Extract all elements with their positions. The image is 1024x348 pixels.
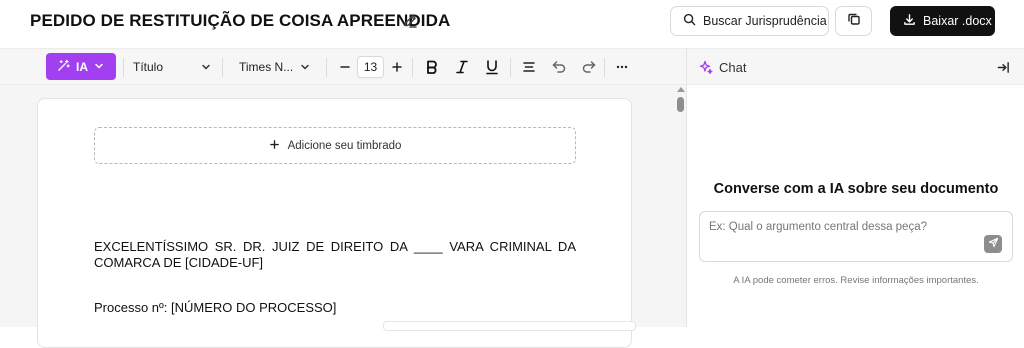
underline-icon[interactable] bbox=[482, 57, 502, 77]
bold-icon[interactable] bbox=[422, 57, 442, 77]
copy-button[interactable] bbox=[835, 6, 872, 36]
magic-wand-icon bbox=[57, 59, 70, 75]
font-select[interactable]: Times N... bbox=[239, 53, 310, 80]
plus-icon bbox=[269, 139, 280, 153]
download-docx-button[interactable]: Baixar .docx bbox=[890, 6, 995, 36]
send-button[interactable] bbox=[984, 235, 1002, 253]
letterhead-label: Adicione seu timbrado bbox=[287, 139, 402, 152]
collapse-panel-icon[interactable] bbox=[997, 61, 1010, 79]
document-page[interactable]: Adicione seu timbrado EXCELENTÍSSIMO SR.… bbox=[37, 98, 632, 348]
document-paragraph[interactable]: EXCELENTÍSSIMO SR. DR. JUIZ DE DIREITO D… bbox=[94, 239, 576, 271]
style-select[interactable]: Título bbox=[133, 53, 211, 80]
font-size-input[interactable]: 13 bbox=[357, 56, 384, 78]
plus-icon[interactable] bbox=[387, 57, 407, 77]
toolbar-divider bbox=[326, 58, 327, 77]
download-label: Baixar .docx bbox=[923, 14, 992, 28]
redo-icon[interactable] bbox=[579, 57, 599, 77]
toolbar-divider bbox=[123, 58, 124, 77]
chat-input-box[interactable] bbox=[699, 211, 1013, 262]
document-area: Adicione seu timbrado EXCELENTÍSSIMO SR.… bbox=[0, 85, 686, 348]
italic-icon[interactable] bbox=[452, 57, 472, 77]
chat-panel: Converse com a IA sobre seu documento A … bbox=[686, 85, 1024, 327]
chevron-down-icon bbox=[300, 61, 310, 75]
search-icon bbox=[683, 13, 696, 29]
chat-title: Chat bbox=[719, 60, 747, 75]
add-letterhead-button[interactable]: Adicione seu timbrado bbox=[94, 127, 576, 164]
scrollbar-thumb[interactable] bbox=[677, 97, 684, 112]
ai-disclaimer: A IA pode cometer erros. Revise informaç… bbox=[733, 275, 979, 286]
toolbar-divider bbox=[510, 58, 511, 77]
chevron-down-icon bbox=[201, 61, 211, 75]
edit-icon[interactable] bbox=[402, 13, 418, 29]
chat-heading: Converse com a IA sobre seu documento bbox=[713, 181, 999, 197]
more-icon[interactable] bbox=[612, 57, 632, 77]
copy-icon bbox=[847, 12, 861, 31]
toolbar-divider bbox=[412, 58, 413, 77]
document-title: PEDIDO DE RESTITUIÇÃO DE COISA APREENDID… bbox=[30, 11, 451, 30]
toolbar-divider bbox=[222, 58, 223, 77]
style-select-value: Título bbox=[133, 59, 164, 74]
document-paragraph[interactable]: Processo nº: [NÚMERO DO PROCESSO] bbox=[94, 300, 576, 316]
scroll-up-arrow[interactable] bbox=[677, 87, 685, 92]
undo-icon[interactable] bbox=[549, 57, 569, 77]
top-header: PEDIDO DE RESTITUIÇÃO DE COISA APREENDID… bbox=[0, 0, 1024, 48]
search-jurisprudence-button[interactable]: Buscar Jurisprudência bbox=[670, 6, 829, 36]
send-icon bbox=[988, 235, 999, 253]
align-icon[interactable] bbox=[519, 57, 539, 77]
download-icon bbox=[903, 13, 916, 29]
chevron-down-icon bbox=[94, 60, 104, 74]
editor-toolbar: IA Título Times N... 13 bbox=[0, 48, 686, 85]
floating-card bbox=[383, 321, 636, 331]
chat-input[interactable] bbox=[709, 221, 979, 241]
font-select-value: Times N... bbox=[239, 59, 294, 74]
search-jurisprudence-label: Buscar Jurisprudência bbox=[703, 14, 827, 28]
sparkle-icon bbox=[699, 60, 713, 79]
chat-panel-header: Chat bbox=[686, 48, 1024, 85]
document-scrollbar[interactable] bbox=[676, 85, 686, 327]
minus-icon[interactable] bbox=[335, 57, 355, 77]
ia-label: IA bbox=[76, 59, 88, 74]
toolbar-divider bbox=[604, 58, 605, 77]
ia-menu-button[interactable]: IA bbox=[46, 53, 116, 80]
